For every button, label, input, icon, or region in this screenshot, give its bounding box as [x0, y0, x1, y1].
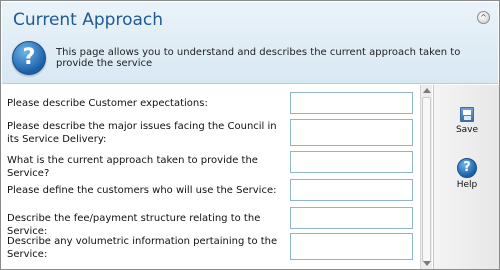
help-info-icon: ? — [12, 41, 46, 75]
save-icon — [460, 107, 474, 122]
help-button[interactable]: ? Help — [434, 158, 499, 190]
major-issues-field[interactable] — [290, 119, 413, 146]
vertical-scrollbar[interactable] — [420, 85, 432, 269]
question-label: Please describe Customer expectations: — [7, 98, 208, 109]
question-label: Please define the customers who will use… — [7, 185, 277, 196]
scroll-up-arrow-icon[interactable] — [423, 88, 431, 93]
page-description: This page allows you to understand and d… — [56, 47, 461, 69]
scroll-down-arrow-icon[interactable] — [423, 261, 431, 266]
fee-structure-field[interactable] — [290, 207, 413, 229]
page-title: Current Approach — [13, 10, 164, 30]
save-label: Save — [455, 125, 479, 135]
customers-field[interactable] — [290, 179, 413, 201]
collapse-icon[interactable]: ^ — [477, 11, 490, 24]
current-approach-field[interactable] — [290, 151, 413, 173]
question-row: What is the current approach taken to pr… — [2, 148, 420, 179]
side-toolbar: Save ? Help — [433, 85, 499, 269]
question-row: Describe the fee/payment structure relat… — [2, 205, 420, 237]
question-row: Please describe Customer expectations: — [2, 90, 420, 116]
question-row: Describe any volumetric information pert… — [2, 231, 420, 267]
save-button[interactable]: Save — [434, 107, 499, 135]
question-form: Please describe Customer expectations: P… — [2, 85, 420, 269]
help-icon: ? — [457, 158, 477, 178]
question-label: Please describe the major issues facing … — [7, 121, 277, 145]
question-label: Describe any volumetric information pert… — [7, 236, 278, 260]
question-row: Please define the customers who will use… — [2, 177, 420, 203]
volumetric-field[interactable] — [290, 233, 413, 260]
customer-expectations-field[interactable] — [290, 92, 413, 114]
question-row: Please describe the major issues facing … — [2, 116, 420, 152]
app-window: Current Approach ^ ? This page allows yo… — [0, 0, 500, 270]
help-label: Help — [456, 180, 478, 190]
page-header: Current Approach ^ ? This page allows yo… — [2, 2, 498, 84]
scroll-thumb[interactable] — [422, 97, 431, 262]
